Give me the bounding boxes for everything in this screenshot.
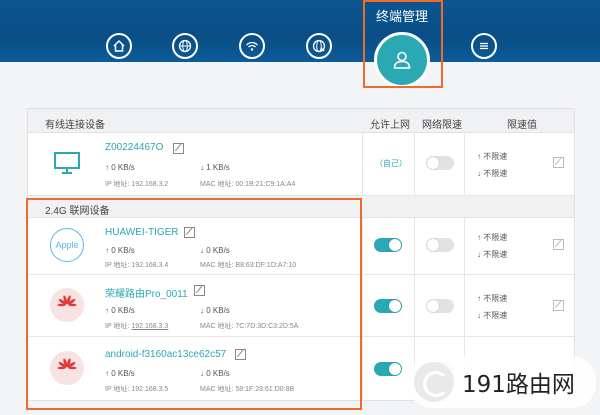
edit-limit-icon[interactable] <box>553 157 564 168</box>
monitor-icon <box>50 146 84 180</box>
section-highlight-box <box>26 198 362 410</box>
limit-down: ↓ 不限速 <box>477 250 508 259</box>
wired-header-row: 有线连接设备 允许上网 网络限速 限速值 <box>28 109 574 133</box>
limit-toggle[interactable] <box>426 238 454 252</box>
edit-name-icon[interactable] <box>173 143 184 154</box>
device-name[interactable]: Z00224467O <box>105 142 163 153</box>
mac-address: MAC 地址: 00:1B:21:C9:1A:A4 <box>200 181 296 188</box>
edit-limit-icon[interactable] <box>553 239 564 250</box>
menu-icon[interactable] <box>471 33 497 59</box>
wired-header: 有线连接设备 <box>45 120 105 131</box>
globe-settings-icon[interactable] <box>306 33 332 59</box>
limit-down: ↓ 不限速 <box>477 169 508 178</box>
top-nav-bar: 终端管理 <box>0 0 600 62</box>
limit-toggle[interactable] <box>426 156 454 170</box>
upload-speed: ↑ 0 KB/s <box>105 163 135 172</box>
wifi-icon[interactable] <box>239 33 265 59</box>
watermark-text: 191路由网 <box>462 372 575 398</box>
limit-toggle[interactable] <box>426 299 454 313</box>
self-tag: （自己） <box>375 159 407 168</box>
table-row: Z00224467O ↑ 0 KB/s ↓ 1 KB/s IP 地址: 192.… <box>28 133 574 196</box>
watermark: 191路由网 <box>408 356 596 408</box>
limit-up: ↑ 不限速 <box>477 152 508 161</box>
home-icon[interactable] <box>106 33 132 59</box>
watermark-logo-icon <box>414 362 454 402</box>
col-internet: 允许上网 <box>370 120 410 131</box>
limit-down: ↓ 不限速 <box>477 311 508 320</box>
edit-limit-icon[interactable] <box>553 300 564 311</box>
col-limit: 网络限速 <box>422 120 462 131</box>
limit-up: ↑ 不限速 <box>477 233 508 242</box>
active-tab-highlight <box>363 0 443 88</box>
ip-address: IP 地址: 192.168.3.2 <box>105 181 169 188</box>
col-limit-value: 限速值 <box>507 120 537 131</box>
limit-up: ↑ 不限速 <box>477 294 508 303</box>
internet-toggle[interactable] <box>374 238 402 252</box>
internet-toggle[interactable] <box>374 299 402 313</box>
download-speed: ↓ 1 KB/s <box>200 163 230 172</box>
globe-icon[interactable] <box>172 33 198 59</box>
internet-toggle[interactable] <box>374 362 402 376</box>
